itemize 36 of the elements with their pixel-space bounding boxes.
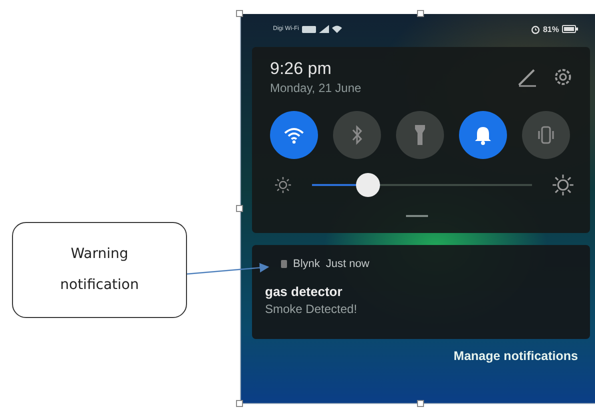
notification-card[interactable]: Blynk Just now gas detector Smoke Detected!: [252, 245, 590, 339]
manage-notifications-link[interactable]: Manage notifications: [454, 349, 578, 363]
clock-date: Monday, 21 June: [270, 81, 362, 95]
notification-body: Smoke Detected!: [265, 302, 358, 316]
hd-badge-icon: [302, 26, 316, 32]
bluetooth-toggle[interactable]: [333, 111, 381, 159]
app-icon: [281, 260, 287, 268]
clock-time: 9:26 pm: [270, 59, 332, 79]
flashlight-toggle[interactable]: [396, 111, 444, 159]
resize-handle[interactable]: [236, 10, 243, 17]
wifi-icon: [332, 25, 342, 33]
wifi-toggle[interactable]: [270, 111, 318, 159]
vibrate-icon: [536, 125, 556, 145]
bluetooth-icon: [351, 125, 363, 145]
settings-icon[interactable]: [552, 66, 574, 88]
wifi-icon: [283, 126, 305, 144]
signal-icon: [319, 25, 329, 33]
flashlight-icon: [414, 124, 426, 146]
brightness-low-icon: [274, 176, 292, 194]
bell-toggle[interactable]: [459, 111, 507, 159]
alarm-icon: [530, 24, 540, 34]
drag-handle[interactable]: [406, 215, 428, 217]
notification-time: Just now: [326, 258, 370, 270]
battery-percent: 81%: [542, 24, 559, 34]
slider-thumb[interactable]: [356, 173, 380, 197]
battery-icon: [562, 25, 578, 33]
resize-handle[interactable]: [236, 205, 243, 212]
notification-title: gas detector: [265, 284, 342, 299]
bell-icon: [474, 125, 492, 145]
resize-handle[interactable]: [417, 10, 424, 17]
callout-text: Warning notification: [59, 245, 140, 295]
brightness-high-icon: [552, 174, 574, 196]
vibrate-toggle[interactable]: [522, 111, 570, 159]
app-name: Blynk: [293, 258, 320, 270]
resize-handle[interactable]: [417, 400, 424, 407]
resize-handle[interactable]: [236, 400, 243, 407]
